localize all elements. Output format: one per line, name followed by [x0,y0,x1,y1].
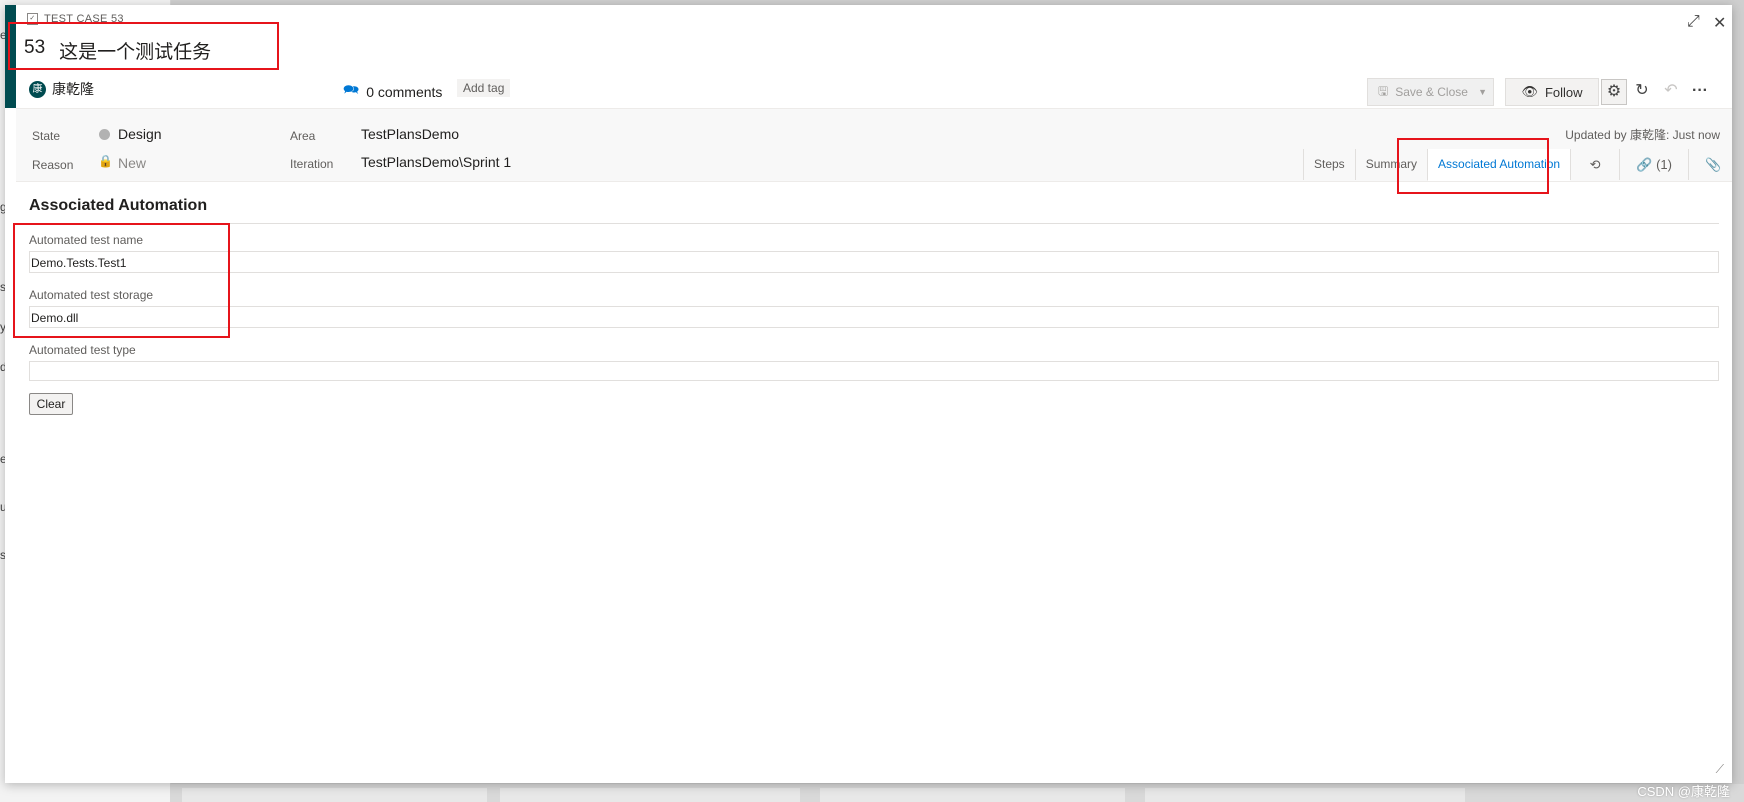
history-icon: ⟲ [1589,157,1601,172]
watermark: CSDN @康乾隆 [1637,784,1730,799]
reason-label: Reason [32,158,74,172]
resize-grip-icon[interactable]: ⟋ [1716,762,1724,777]
header-fields: State Design Reason 🔒 New Area TestPlans… [16,108,1732,182]
comments-count: 0 comments [366,84,443,100]
refresh-icon[interactable]: ↻ [1630,79,1654,103]
automated-test-name-field[interactable]: Demo.Tests.Test1 [29,251,1719,273]
close-icon[interactable]: ✕ [1713,13,1726,33]
chevron-down-icon[interactable]: ▼ [1478,87,1487,97]
work-item-id: 53 [24,37,46,58]
expand-icon[interactable]: ⤢ [1687,13,1700,31]
follow-label: Follow [1544,84,1583,100]
iteration-value[interactable]: TestPlansDemo\Sprint 1 [361,154,511,170]
tab-summary[interactable]: Summary [1354,149,1427,180]
link-icon: 🔗 [1636,157,1653,172]
area-label: Area [290,129,316,143]
paperclip-icon: 📎 [1705,157,1722,172]
background-bottom-strip [170,784,1744,802]
automated-test-name-label: Automated test name [29,233,144,247]
tab-associated-automation[interactable]: Associated Automation [1427,149,1571,181]
work-item-title-text[interactable]: 这是一个测试任务 [59,37,211,64]
save-close-button[interactable]: 🖫 Save & Close ▼ [1367,78,1494,106]
eye-icon: 👁 [1521,84,1538,99]
gear-icon[interactable]: ⚙ [1601,79,1627,105]
avatar: 康 [29,80,46,98]
save-icon: 🖫 [1378,83,1389,98]
automated-test-type-field[interactable] [29,361,1719,381]
links-count: (1) [1656,157,1672,172]
save-close-label: Save & Close [1395,85,1468,99]
iteration-label: Iteration [290,157,334,171]
assigned-to-name: 康乾隆 [52,81,94,97]
automated-test-type-label: Automated test type [29,343,136,357]
reason-value: New [118,155,147,171]
work-item-type-color-bar [5,5,16,108]
work-item-title[interactable]: 53 这是一个测试任务 [24,37,211,64]
tab-bar: Steps Summary Associated Automation ⟲ 🔗 … [1303,149,1737,181]
work-item-dialog: ✓ TEST CASE 53 53 这是一个测试任务 ⤢ ✕ 康 康乾隆 🗪 0… [5,5,1732,783]
more-actions-icon[interactable]: ··· [1688,79,1712,103]
automated-test-storage-field[interactable]: Demo.dll [29,306,1719,328]
section-title: Associated Automation [29,197,208,214]
assigned-to[interactable]: 康 康乾隆 [29,79,94,99]
work-item-type: ✓ TEST CASE 53 [27,13,124,25]
tab-links[interactable]: 🔗 (1) [1619,149,1688,180]
work-item-type-label: TEST CASE 53 [44,13,124,25]
clear-button[interactable]: Clear [29,393,73,415]
section-divider [29,223,1719,224]
comment-icon: 🗪 [343,82,360,97]
tab-steps[interactable]: Steps [1303,149,1355,180]
area-value[interactable]: TestPlansDemo [361,126,459,142]
state-value[interactable]: Design [118,126,162,142]
state-dot-icon [99,129,110,140]
updated-by[interactable]: Updated by 康乾隆: Just now [1565,126,1720,143]
tab-history[interactable]: ⟲ [1570,149,1619,180]
lock-icon: 🔒 [98,154,113,168]
tab-attachments[interactable]: 📎 [1688,149,1737,180]
test-case-icon: ✓ [27,13,38,25]
state-label: State [32,129,61,143]
undo-icon[interactable]: ↶ [1659,79,1683,103]
follow-button[interactable]: 👁 Follow [1505,78,1599,106]
add-tag-button[interactable]: Add tag [457,79,511,97]
comments-link[interactable]: 🗪 0 comments [343,81,442,103]
automated-test-storage-label: Automated test storage [29,288,154,302]
